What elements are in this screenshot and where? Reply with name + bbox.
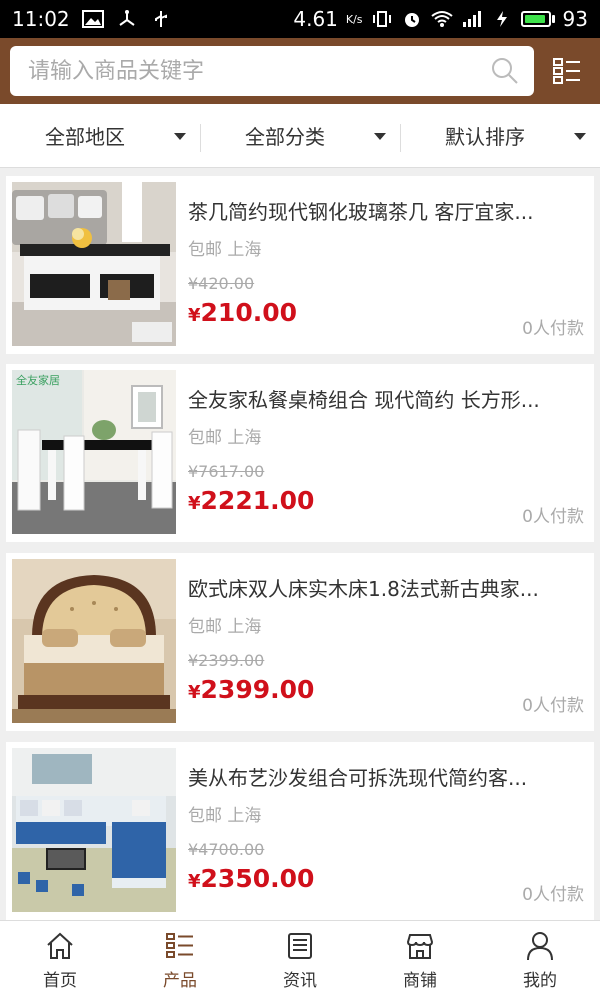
product-shipping: 包邮 上海 — [188, 428, 262, 448]
product-original-price: ¥4700.00 — [188, 840, 265, 859]
product-image-sofa[interactable] — [12, 748, 176, 912]
caret-down-icon — [174, 132, 186, 140]
list-icon — [166, 933, 193, 958]
user-icon — [527, 932, 553, 961]
tab-news[interactable]: 资讯 — [240, 921, 360, 1000]
product-original-price: ¥2399.00 — [188, 651, 265, 670]
price-value: 2350.00 — [200, 864, 315, 893]
currency-symbol: ¥ — [188, 682, 201, 703]
caret-down-icon — [374, 132, 386, 140]
usb-tether-icon — [119, 10, 135, 26]
battery-level: 93 — [562, 7, 588, 31]
tab-products-label: 产品 — [163, 971, 197, 991]
product-title[interactable]: 全友家私餐桌椅组合 现代简约 长方形... — [188, 384, 582, 413]
net-speed: 4.61 — [293, 7, 338, 31]
signal-icon — [462, 11, 481, 27]
product-item[interactable]: 全友家居 全友家私餐桌椅组合 现代简约 长方形... 包邮 上海 ¥7617.0… — [6, 364, 594, 542]
product-info: 茶几简约现代钢化玻璃茶几 客厅宜家... 包邮 上海 ¥420.00 ¥210.… — [176, 182, 598, 348]
price-value: 210.00 — [200, 298, 298, 327]
category-list-icon — [553, 58, 580, 84]
tab-shops-label: 商铺 — [403, 971, 437, 991]
product-item[interactable]: 茶几简约现代钢化玻璃茶几 客厅宜家... 包邮 上海 ¥420.00 ¥210.… — [6, 176, 594, 354]
product-title[interactable]: 茶几简约现代钢化玻璃茶几 客厅宜家... — [188, 196, 582, 225]
search-input[interactable] — [28, 58, 490, 84]
charging-icon — [496, 11, 507, 27]
bottom-tab-bar: 首页 产品 资讯 商铺 我的 — [0, 920, 600, 1000]
news-icon — [288, 933, 312, 959]
filter-bar: 全部地区 全部分类 默认排序 — [0, 104, 600, 168]
product-price: ¥210.00 — [188, 298, 297, 327]
product-sold-count: 0人付款 — [522, 696, 584, 716]
product-image-dining-set[interactable]: 全友家居 — [12, 370, 176, 534]
tab-profile-label: 我的 — [523, 971, 557, 991]
tab-shops[interactable]: 商铺 — [360, 921, 480, 1000]
product-sold-count: 0人付款 — [522, 319, 584, 339]
net-speed-unit: K/s — [345, 12, 363, 26]
shop-icon — [406, 934, 434, 959]
filter-sort-label: 默认排序 — [445, 125, 525, 149]
product-price: ¥2221.00 — [188, 486, 314, 515]
battery-icon — [520, 11, 555, 27]
brand-logo: 全友家居 — [16, 373, 60, 387]
product-item[interactable]: 美从布艺沙发组合可拆洗现代简约客... 包邮 上海 ¥4700.00 ¥2350… — [6, 742, 594, 920]
search-box[interactable] — [10, 46, 534, 96]
price-value: 2399.00 — [200, 675, 315, 704]
product-sold-count: 0人付款 — [522, 507, 584, 527]
product-title[interactable]: 美从布艺沙发组合可拆洗现代简约客... — [188, 762, 582, 791]
currency-symbol: ¥ — [188, 871, 201, 892]
status-bar: 11:02 4.61 K/s 93 — [0, 0, 600, 38]
filter-category[interactable]: 全部分类 — [200, 104, 400, 168]
category-menu-button[interactable] — [534, 38, 600, 104]
wifi-icon — [430, 11, 453, 27]
usb-icon — [154, 11, 167, 27]
product-title[interactable]: 欧式床双人床实木床1.8法式新古典家... — [188, 573, 582, 602]
tab-home-label: 首页 — [43, 971, 77, 991]
filter-category-label: 全部分类 — [245, 125, 325, 149]
product-item[interactable]: 欧式床双人床实木床1.8法式新古典家... 包邮 上海 ¥2399.00 ¥23… — [6, 553, 594, 731]
currency-symbol: ¥ — [188, 305, 201, 326]
tab-home[interactable]: 首页 — [0, 921, 120, 1000]
currency-symbol: ¥ — [188, 493, 201, 514]
tab-news-label: 资讯 — [283, 971, 317, 991]
product-price: ¥2350.00 — [188, 864, 314, 893]
product-image-bed[interactable] — [12, 559, 176, 723]
product-shipping: 包邮 上海 — [188, 806, 262, 826]
product-shipping: 包邮 上海 — [188, 617, 262, 637]
product-shipping: 包邮 上海 — [188, 240, 262, 260]
tab-profile[interactable]: 我的 — [480, 921, 600, 1000]
product-info: 美从布艺沙发组合可拆洗现代简约客... 包邮 上海 ¥4700.00 ¥2350… — [176, 748, 598, 914]
home-icon — [47, 932, 73, 959]
price-value: 2221.00 — [200, 486, 315, 515]
image-icon — [81, 10, 104, 28]
product-original-price: ¥7617.00 — [188, 462, 265, 481]
product-info: 全友家私餐桌椅组合 现代简约 长方形... 包邮 上海 ¥7617.00 ¥22… — [176, 370, 598, 536]
tab-products[interactable]: 产品 — [120, 921, 240, 1000]
product-price: ¥2399.00 — [188, 675, 314, 704]
product-sold-count: 0人付款 — [522, 885, 584, 905]
product-info: 欧式床双人床实木床1.8法式新古典家... 包邮 上海 ¥2399.00 ¥23… — [176, 559, 598, 725]
search-icon[interactable] — [490, 56, 520, 86]
header — [0, 38, 600, 104]
vibrate-icon — [372, 11, 391, 27]
filter-sort[interactable]: 默认排序 — [400, 104, 600, 168]
product-original-price: ¥420.00 — [188, 274, 255, 293]
alarm-icon — [404, 13, 419, 27]
filter-region[interactable]: 全部地区 — [0, 104, 200, 168]
clock: 11:02 — [12, 7, 70, 31]
filter-region-label: 全部地区 — [45, 125, 125, 149]
caret-down-icon — [574, 132, 586, 140]
product-image-coffee-table[interactable] — [12, 182, 176, 346]
